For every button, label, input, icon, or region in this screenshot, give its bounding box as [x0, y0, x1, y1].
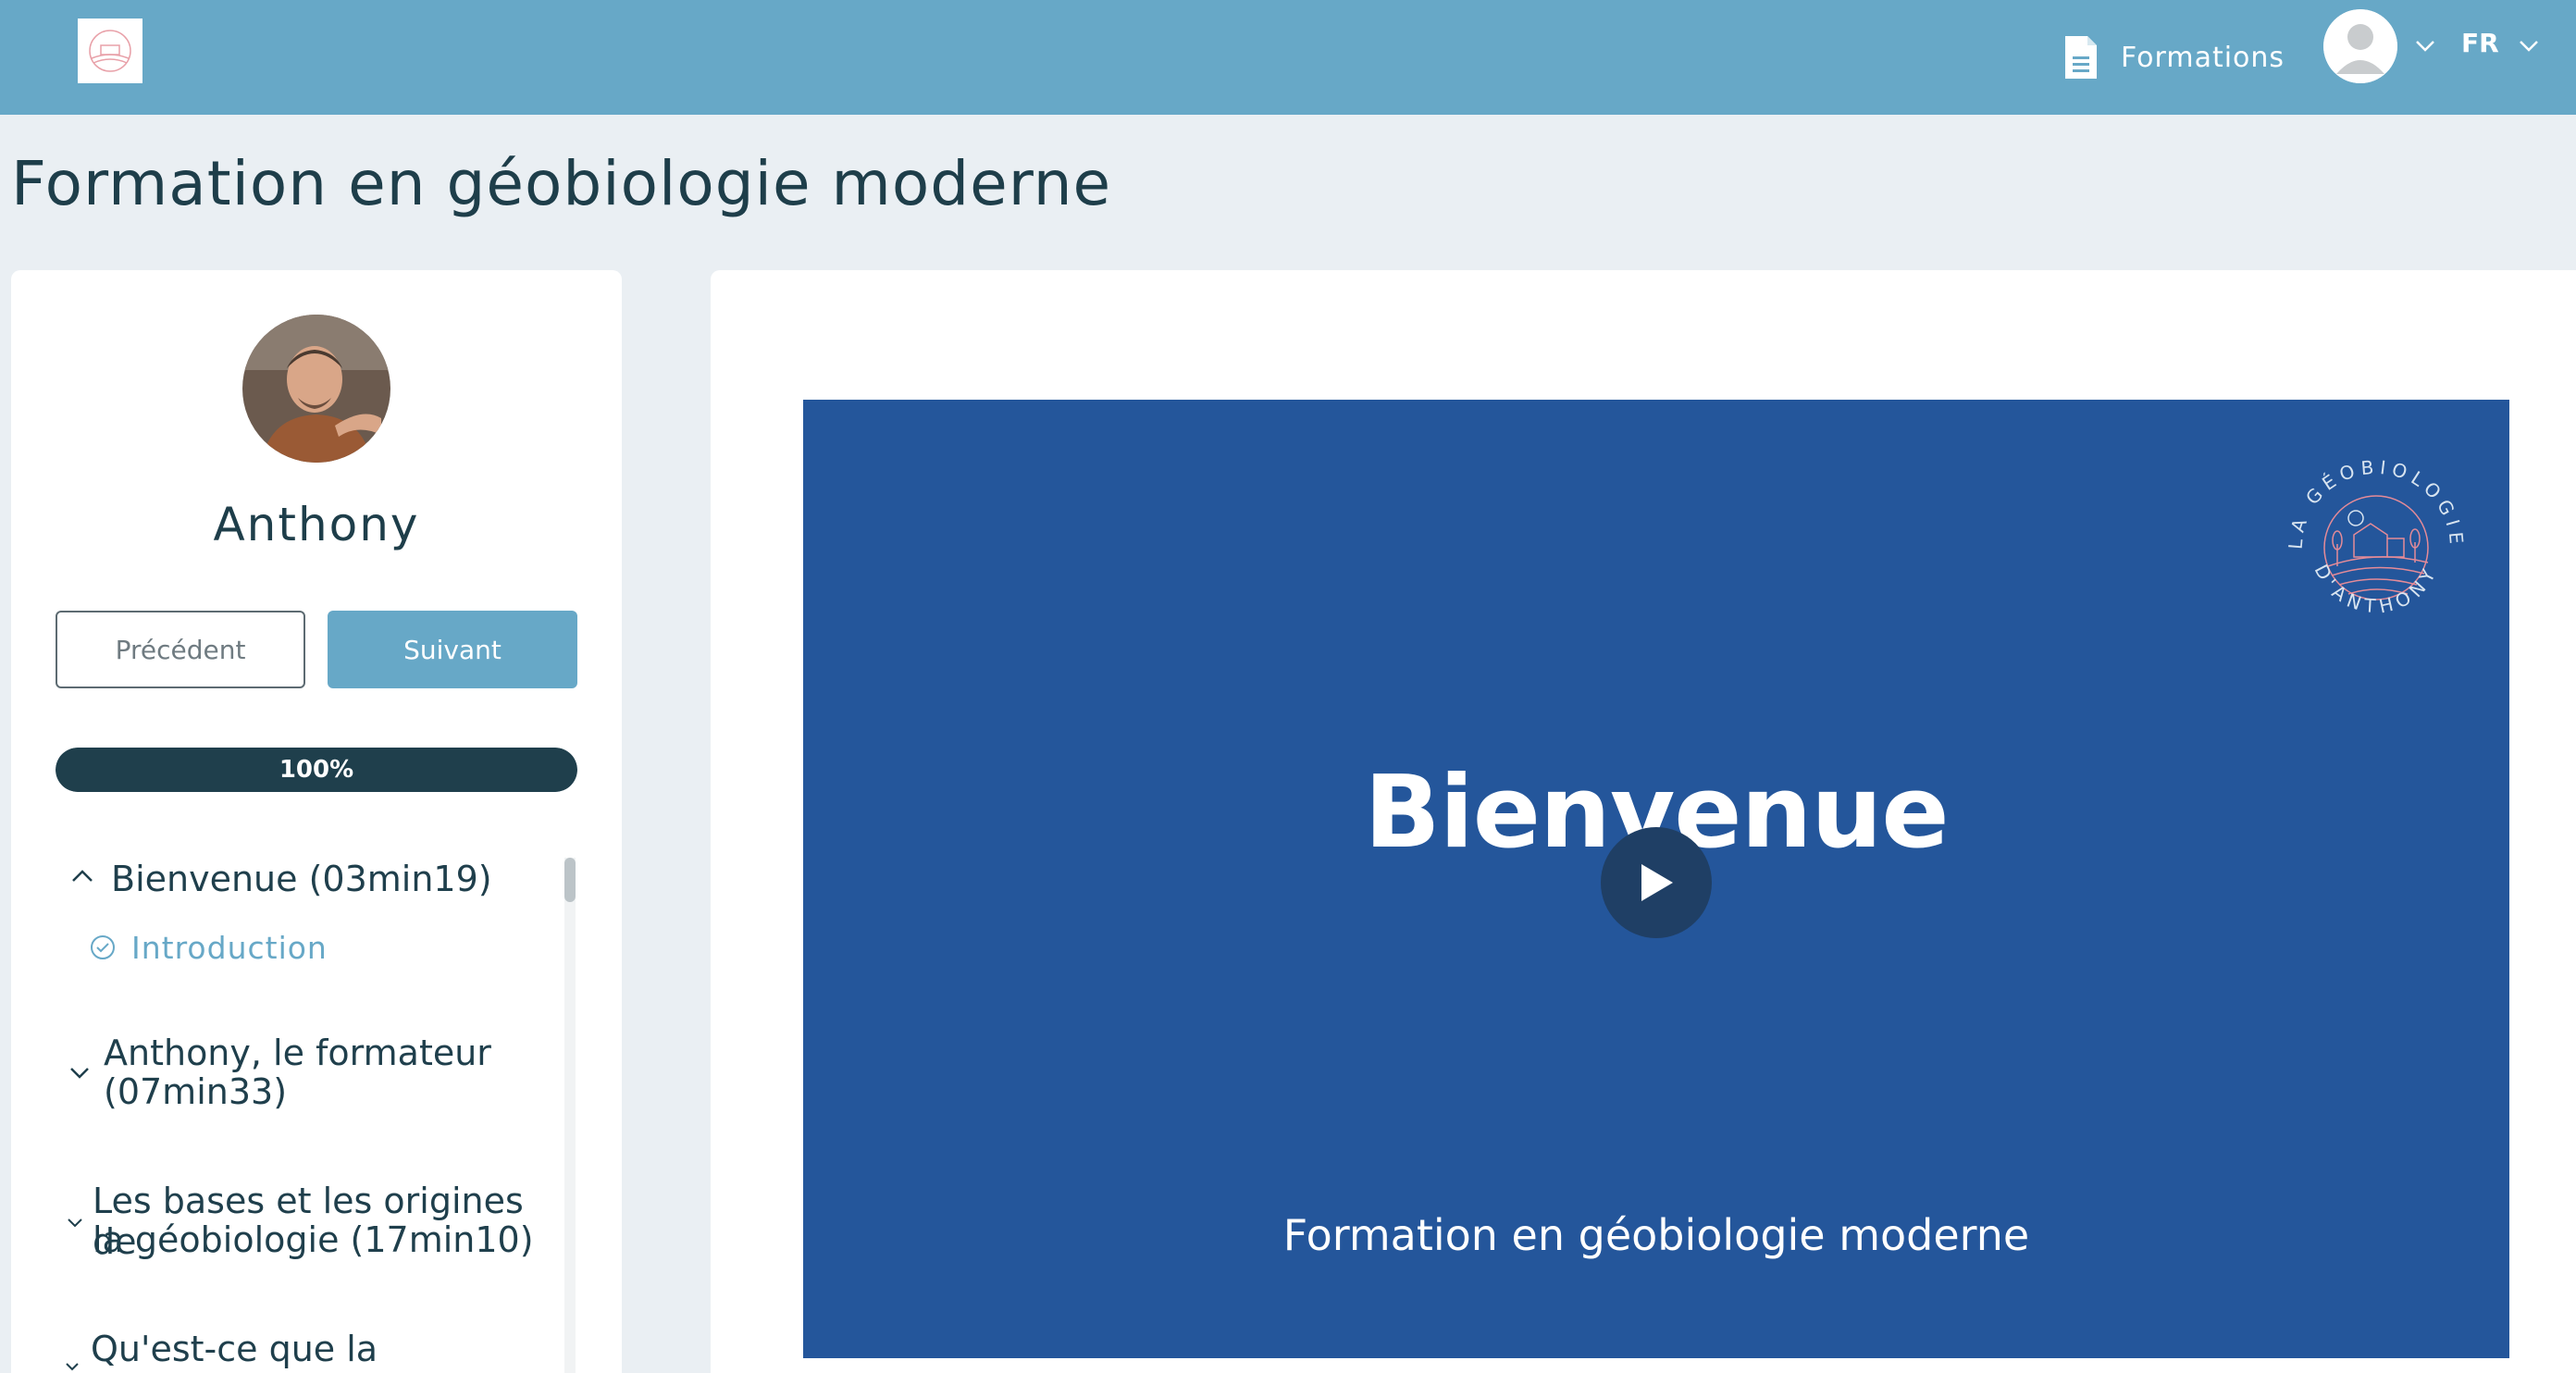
language-selector[interactable]: FR [2461, 28, 2499, 65]
check-circle-icon [91, 935, 115, 959]
page-title: Formation en géobiologie moderne [11, 148, 1112, 219]
trainer-avatar [242, 315, 390, 463]
section-bases-origines[interactable]: Les bases et les origines de la géobiolo… [56, 1177, 574, 1269]
video-player[interactable]: LA GÉOBIOLOGIE D'ANTHONY Bienvenue Forma… [803, 400, 2509, 1358]
language-chevron-down-icon[interactable] [2518, 39, 2540, 54]
chevron-down-icon [66, 1363, 79, 1371]
top-navbar: Formations FR [0, 0, 2576, 115]
formations-label: Formations [2121, 41, 2285, 74]
user-avatar[interactable] [2323, 9, 2397, 83]
sidebar-scrollbar-thumb[interactable] [564, 858, 576, 902]
progress-percent: 100% [279, 756, 354, 784]
chevron-down-icon [68, 1218, 82, 1228]
chevron-up-icon [72, 870, 93, 882]
document-icon [2065, 36, 2097, 79]
trainer-photo-image [242, 315, 390, 463]
trainer-name: Anthony [213, 498, 420, 551]
section-title: Qu'est-ce que la géobiologie [91, 1329, 378, 1373]
user-menu-chevron-down-icon[interactable] [2414, 39, 2436, 54]
svg-text:LA GÉOBIOLOGIE: LA GÉOBIOLOGIE [2285, 456, 2469, 550]
section-quest-ce-que[interactable]: Qu'est-ce que la géobiologie [56, 1325, 583, 1373]
site-logo[interactable] [78, 19, 142, 83]
section-title-line2: la géobiologie (17min10) [93, 1219, 534, 1260]
section-bienvenue[interactable]: Bienvenue (03min19) [56, 855, 555, 910]
geobiologie-watermark-logo: LA GÉOBIOLOGIE D'ANTHONY [2285, 456, 2469, 618]
course-sidebar: Anthony Précédent Suivant 100% Bienvenue… [11, 270, 622, 1373]
lesson-title: Introduction [131, 929, 328, 966]
user-avatar-icon [2323, 9, 2397, 83]
previous-button[interactable]: Précédent [56, 611, 305, 688]
section-title-line2: (07min33) [104, 1071, 288, 1112]
next-button[interactable]: Suivant [328, 611, 577, 688]
chevron-down-icon [70, 1068, 89, 1079]
logo-top-text: LA GÉOBIOLOGIE [2285, 456, 2463, 550]
sidebar-scrollbar-track [564, 858, 576, 1373]
video-subtitle: Formation en géobiologie moderne [1282, 1210, 2030, 1260]
section-title-line1: Anthony, le formateur [104, 1033, 491, 1073]
progress-bar: 100% [56, 748, 577, 792]
section-title: Bienvenue (03min19) [111, 859, 492, 899]
section-anthony-formateur[interactable]: Anthony, le formateur (07min33) [56, 1029, 555, 1121]
formations-nav-link[interactable]: Formations [2063, 26, 2285, 89]
lesson-introduction[interactable]: Introduction [89, 927, 328, 968]
play-icon [1641, 864, 1673, 901]
play-button[interactable] [1601, 827, 1712, 938]
geobiologie-logo-icon [89, 30, 131, 72]
